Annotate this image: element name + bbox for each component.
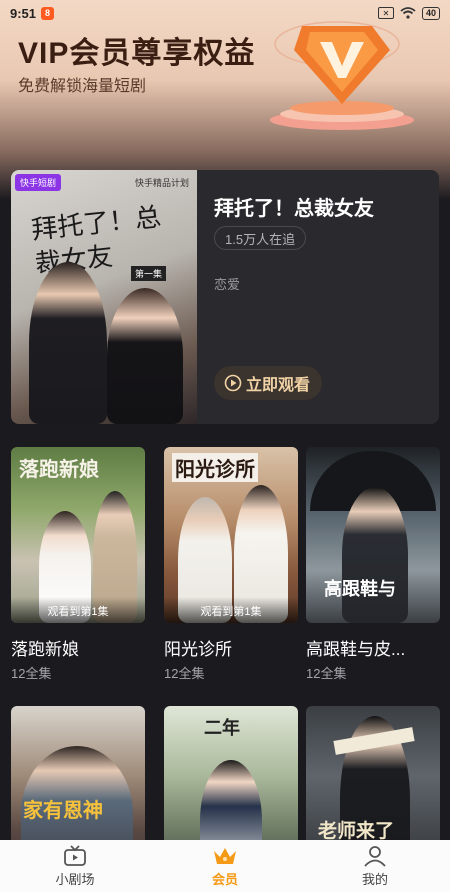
notification-badge: 8 [41,6,55,20]
drama-poster[interactable]: 阳光诊所 观看到第1集 [164,447,298,623]
poster-studio-label: 快手精品计划 [134,178,189,188]
drama-title[interactable]: 高跟鞋与皮... [306,635,405,660]
poster-actor [29,262,107,424]
drama-episodes: 12全集 [164,666,205,681]
drama-episodes: 12全集 [11,666,52,681]
genre-label: 恋爱 [214,277,241,292]
tab-membership-label: 会员 [211,871,238,887]
tab-profile[interactable]: 我的 [325,845,425,888]
crown-icon [214,847,236,864]
vip-emblem-icon [270,21,414,130]
tv-icon [64,844,86,866]
watch-now-label: 立即观看 [246,377,311,394]
tab-profile-label: 我的 [361,871,388,887]
poster-caption: 老师来了 [318,820,395,842]
watch-progress: 观看到第1集 [164,597,298,623]
watch-progress: 观看到第1集 [11,597,145,623]
poster-caption: 二年 [204,718,240,739]
followers-badge: 1.5万人在追 [214,226,307,250]
watch-now-button[interactable]: 立即观看 [214,366,323,400]
drama-title[interactable]: 阳光诊所 [164,635,232,660]
poster-brand-badge: 快手短剧 [15,174,62,191]
featured-drama-card[interactable]: 快手短剧 快手精品计划 拜托了！总裁女友 第一集 拜托了！总裁女友 1.5万人在… [11,170,439,424]
vip-title: VIP会员尊享权益 [18,37,256,70]
poster-actor [342,487,408,623]
drama-poster[interactable]: 落跑新娘 观看到第1集 [11,447,145,623]
tab-membership[interactable]: 会员 [175,845,275,888]
play-icon [224,374,242,392]
battery-icon: 40 [421,6,440,20]
featured-title[interactable]: 拜托了！总裁女友 [214,192,374,221]
drama-title[interactable]: 落跑新娘 [11,635,79,660]
drama-episodes: 12全集 [306,666,347,681]
bottom-tab-bar: 小剧场 会员 我的 [0,840,450,892]
poster-actress [107,288,183,424]
poster-caption: 家有恩神 [23,798,103,822]
status-time: 9:51 [10,5,37,21]
tab-theater-label: 小剧场 [55,871,95,887]
poster-episode-tag: 第一集 [131,266,167,281]
drama-poster[interactable]: 高跟鞋与 [306,447,440,623]
vip-subtitle: 免费解锁海量短剧 [18,78,147,95]
poster-caption: 阳光诊所 [172,453,258,482]
tab-theater[interactable]: 小剧场 [25,844,125,888]
person-icon [364,845,386,867]
poster-caption: 落跑新娘 [19,457,99,481]
poster-caption: 高跟鞋与 [324,579,396,600]
featured-poster[interactable]: 快手短剧 快手精品计划 拜托了！总裁女友 第一集 [11,170,197,424]
